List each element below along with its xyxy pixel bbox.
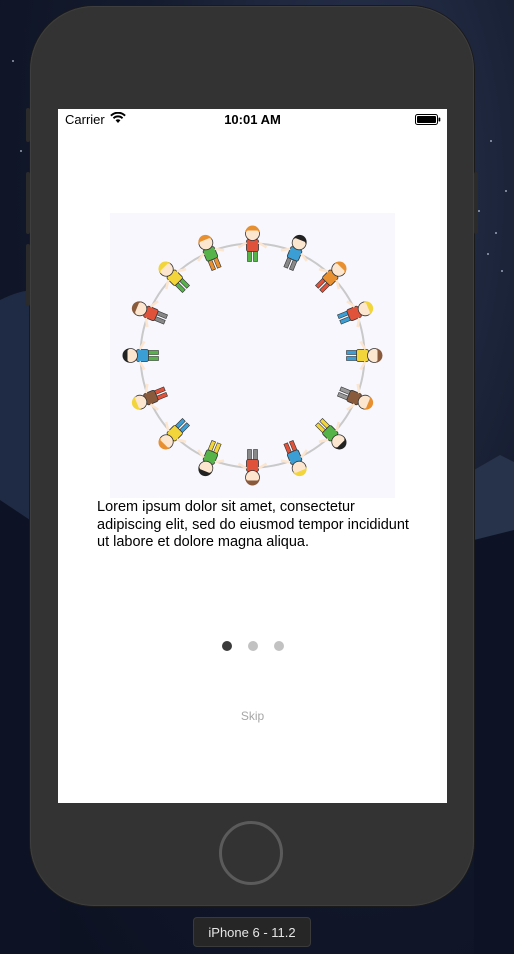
child-figure — [122, 340, 159, 371]
home-button[interactable] — [219, 821, 283, 885]
power-button[interactable] — [474, 172, 478, 234]
child-figure — [131, 300, 168, 328]
page-control[interactable] — [58, 637, 447, 655]
child-figure — [237, 449, 268, 486]
page-dot-1[interactable] — [221, 640, 232, 651]
volume-up-button[interactable] — [26, 172, 30, 234]
page-dot-2[interactable] — [247, 640, 258, 651]
skip-button[interactable]: Skip — [58, 709, 447, 723]
child-figure — [315, 261, 347, 293]
child-figure — [337, 383, 374, 411]
mute-switch — [26, 108, 30, 142]
child-figure — [158, 261, 190, 293]
onboarding-description: Lorem ipsum dolor sit amet, consectetur … — [97, 499, 409, 550]
child-figure — [237, 225, 268, 262]
child-figure — [197, 440, 225, 477]
child-figure — [131, 383, 168, 411]
child-figure — [280, 440, 308, 477]
clock: 10:01 AM — [224, 112, 281, 127]
child-figure — [315, 418, 347, 450]
volume-down-button[interactable] — [26, 244, 30, 306]
page-dot-3[interactable] — [273, 640, 284, 651]
child-figure — [158, 418, 190, 450]
onboarding-image — [110, 213, 395, 498]
child-figure — [280, 234, 308, 271]
battery-icon — [415, 114, 441, 125]
device-screen: Carrier 10:01 AM Lorem ipsum dolor sit a… — [58, 109, 447, 803]
simulator-device-label: iPhone 6 - 11.2 — [193, 917, 311, 947]
child-figure — [337, 300, 374, 328]
child-figure — [197, 234, 225, 271]
status-bar: Carrier 10:01 AM — [58, 109, 447, 131]
children-circle-illustration — [122, 225, 383, 486]
child-figure — [346, 340, 383, 371]
